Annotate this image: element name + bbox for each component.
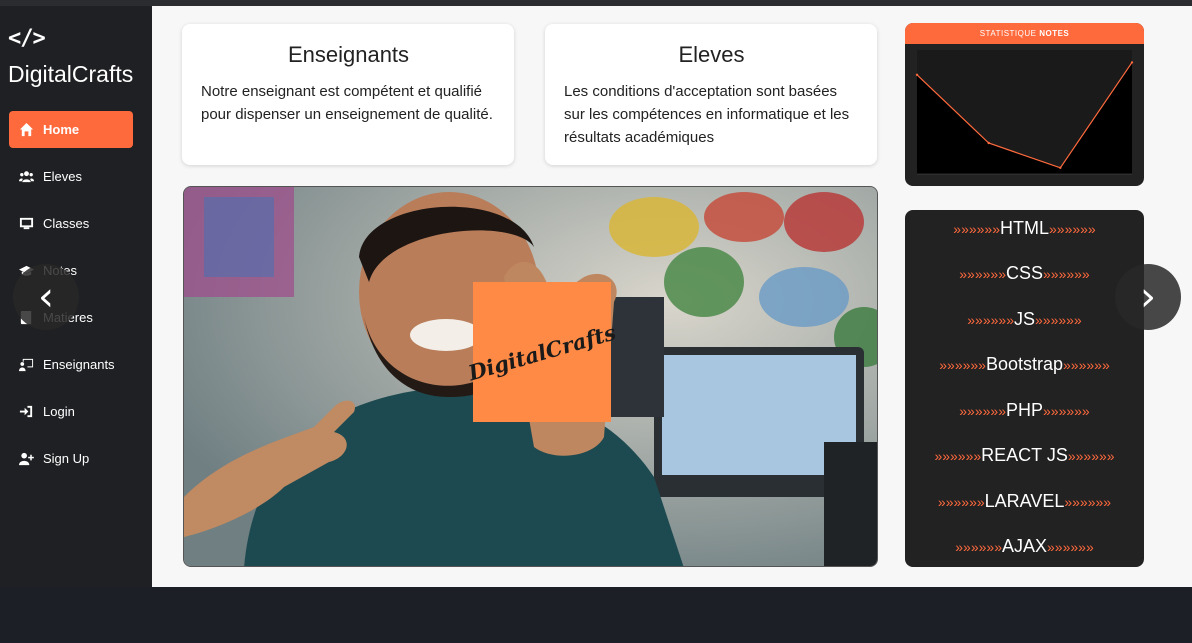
tech-label: HTML: [1000, 218, 1049, 238]
brand-name[interactable]: DigitalCrafts: [8, 61, 133, 88]
card-title: Eleves: [678, 42, 745, 67]
tech-label: REACT JS: [981, 445, 1068, 465]
stats-card: STATISTIQUE NOTES: [905, 23, 1144, 186]
sidebar-item-login[interactable]: Login: [9, 393, 133, 430]
card-text: Les conditions d'acceptation sont basées…: [564, 83, 850, 146]
card-text: Notre enseignant est compétent et qualif…: [201, 83, 493, 123]
technologies-card: »»»»»»HTML»»»»»» »»»»»»CSS»»»»»» »»»»»»J…: [905, 210, 1144, 567]
sticky-note: DigitalCrafts: [465, 282, 619, 422]
carousel-next-button[interactable]: ›: [1115, 264, 1181, 330]
sidebar-item-eleves[interactable]: Eleves: [9, 158, 133, 195]
tech-item: »»»»»»AJAX»»»»»»: [955, 536, 1094, 556]
sidebar-item-home[interactable]: Home: [9, 111, 133, 148]
stats-header: STATISTIQUE NOTES: [905, 23, 1144, 44]
stats-header-bold: NOTES: [1039, 29, 1070, 38]
chart-point: [915, 73, 919, 76]
sidebar-item-classes[interactable]: Classes: [9, 205, 133, 242]
main-content: Enseignants Notre enseignant est compéte…: [152, 6, 1192, 587]
user-plus-icon: [18, 451, 34, 467]
tech-label: Bootstrap: [985, 354, 1064, 374]
bottom-bar: [0, 587, 1192, 643]
tech-item: »»»»»»REACT JS»»»»»»: [934, 445, 1115, 465]
sidebar-item-enseignants[interactable]: Enseignants: [9, 346, 133, 383]
chart-point: [1059, 166, 1062, 169]
card-enseignants: Enseignants Notre enseignant est compéte…: [182, 24, 514, 165]
card-title: Enseignants: [287, 42, 410, 67]
sidebar-item-label: Sign Up: [43, 451, 90, 466]
sidebar-item-label: Login: [43, 404, 75, 419]
tech-item: »»»»»»Bootstrap»»»»»»: [939, 354, 1110, 374]
tech-item: »»»»»»CSS»»»»»»: [959, 263, 1090, 283]
tech-label: CSS: [1005, 263, 1043, 283]
chevron-left-icon: ‹: [38, 274, 54, 320]
tech-label: PHP: [1005, 400, 1043, 420]
tech-item: »»»»»»JS»»»»»»: [967, 309, 1082, 329]
notes-line-chart: [915, 50, 1134, 175]
carousel-prev-button[interactable]: ‹: [13, 264, 79, 330]
tech-label: LARAVEL: [984, 491, 1065, 511]
chart-point: [1130, 61, 1134, 64]
chevron-right-icon: ›: [1140, 274, 1156, 320]
stats-header-prefix: STATISTIQUE: [979, 29, 1040, 38]
sidebar-item-signup[interactable]: Sign Up: [9, 440, 133, 477]
chalkboard-icon: [18, 216, 34, 232]
chart-point: [987, 141, 990, 145]
sticky-note-text: DigitalCrafts: [465, 319, 619, 385]
sidebar-item-label: Eleves: [43, 169, 83, 184]
hero-image: DigitalCrafts: [183, 186, 878, 567]
sidebar-item-label: Enseignants: [43, 357, 115, 372]
tech-item: »»»»»»LARAVEL»»»»»»: [937, 491, 1112, 511]
sidebar-item-label: Classes: [43, 216, 90, 231]
tech-label: AJAX: [1001, 536, 1048, 556]
tech-item: »»»»»»PHP»»»»»»: [959, 400, 1090, 420]
tech-label: JS: [1013, 309, 1035, 329]
tech-item: »»»»»»HTML»»»»»»: [953, 218, 1096, 238]
code-icon: </>: [8, 26, 46, 51]
card-eleves: Eleves Les conditions d'acceptation sont…: [545, 24, 877, 165]
sidebar-item-label: Home: [43, 122, 80, 137]
home-icon: [18, 122, 34, 138]
users-icon: [18, 169, 34, 185]
sign-in-icon: [18, 404, 34, 420]
teacher-icon: [18, 357, 34, 373]
